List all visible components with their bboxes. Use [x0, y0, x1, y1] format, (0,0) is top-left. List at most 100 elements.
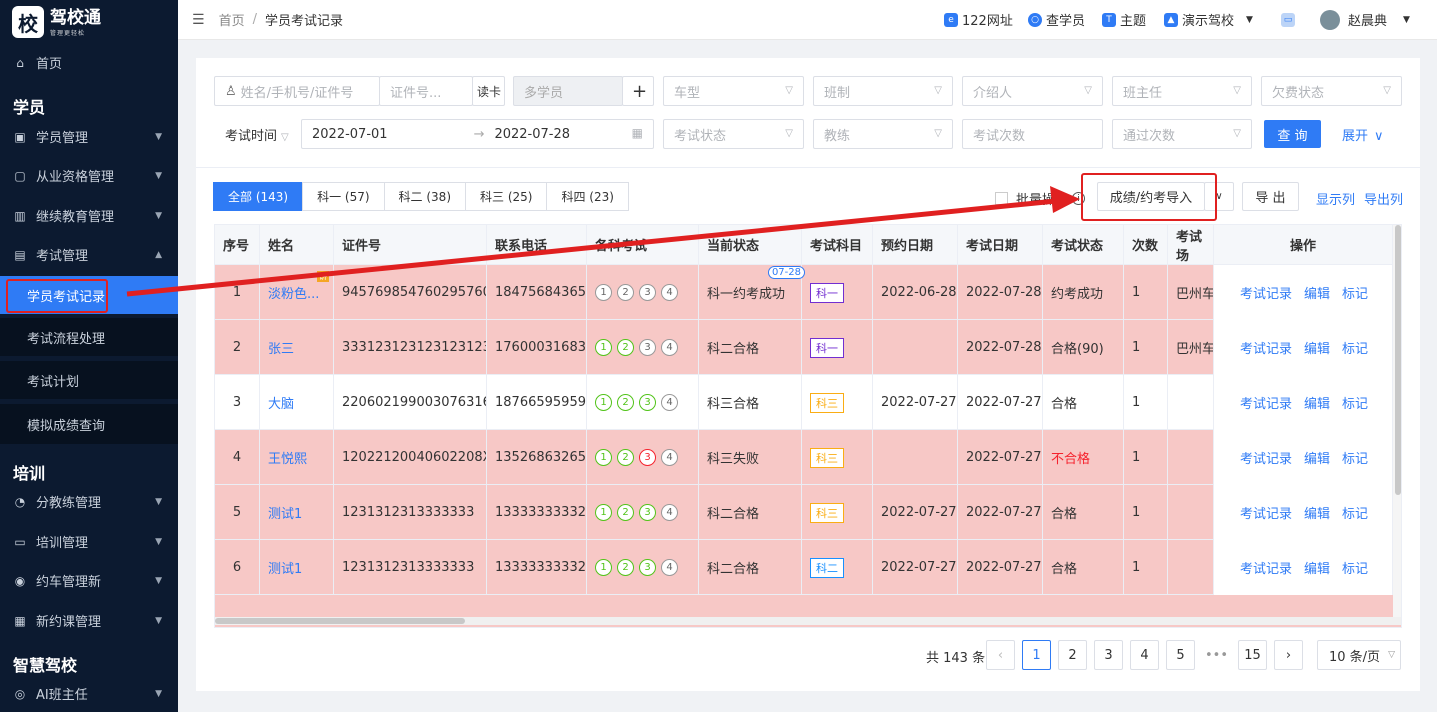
page-ellipsis[interactable]: •••: [1202, 640, 1231, 670]
link-122[interactable]: e 122网址: [944, 10, 1013, 29]
link-theme[interactable]: T 主题: [1102, 10, 1146, 29]
edit-link[interactable]: 编辑: [1304, 503, 1330, 522]
column-header[interactable]: 操作: [1214, 225, 1393, 265]
column-header[interactable]: 序号: [215, 225, 260, 265]
exam-record-link[interactable]: 考试记录: [1240, 393, 1292, 412]
exam-record-link[interactable]: 考试记录: [1240, 338, 1292, 357]
page-15[interactable]: 15: [1238, 640, 1267, 670]
export-columns-link[interactable]: 导出列: [1364, 189, 1403, 208]
column-header[interactable]: 考试科目: [802, 225, 873, 265]
exam-time-select[interactable]: 考试时间 ▽: [225, 125, 289, 144]
column-header[interactable]: 考试日期: [958, 225, 1043, 265]
link-find-student[interactable]: ○ 查学员: [1028, 10, 1085, 29]
school-switcher[interactable]: ▲ 演示驾校 ▼: [1164, 10, 1253, 29]
app-logo[interactable]: 校 驾校通 管理更轻松: [12, 6, 101, 38]
sidebar-sub-exam-process[interactable]: 考试流程处理: [0, 318, 178, 356]
sidebar-item-qualification[interactable]: ▢ 从业资格管理 ▼: [0, 156, 178, 195]
exam-record-link[interactable]: 考试记录: [1240, 503, 1292, 522]
tab-subject-3[interactable]: 科三 (25): [465, 182, 548, 211]
car-type-select[interactable]: 车型 ▽: [663, 76, 804, 106]
student-name-link[interactable]: 张三: [260, 320, 334, 375]
sidebar-sub-mock-score[interactable]: 模拟成绩查询: [0, 404, 178, 444]
column-header[interactable]: 各科考试: [587, 225, 699, 265]
table-row[interactable]: 6 测试1 1231312313333333 13333333332 1 2 3 4 科二合格科…: [215, 540, 1401, 595]
mark-link[interactable]: 标记: [1342, 503, 1368, 522]
column-header[interactable]: 预约日期: [873, 225, 958, 265]
column-header[interactable]: 联系电话: [487, 225, 587, 265]
menu-fold-icon[interactable]: ☰: [192, 12, 205, 28]
tab-subject-4[interactable]: 科四 (23): [546, 182, 629, 211]
id-input[interactable]: 证件号...: [379, 76, 473, 106]
mark-link[interactable]: 标记: [1342, 558, 1368, 577]
scrollbar-thumb[interactable]: [215, 618, 465, 624]
table-row[interactable]: 1 淡粉色... 讲 945769854760295760 18475684365 1 2 3…: [215, 265, 1401, 320]
prev-page-icon[interactable]: ‹: [986, 640, 1015, 670]
student-name-link[interactable]: 大脑: [260, 375, 334, 430]
sidebar-sub-exam-plan[interactable]: 考试计划: [0, 361, 178, 399]
edit-link[interactable]: 编辑: [1304, 448, 1330, 467]
vertical-scrollbar[interactable]: [1393, 225, 1401, 617]
sidebar-item-ai[interactable]: ◎ AI班主任 ▼: [0, 674, 178, 712]
column-header[interactable]: 当前状态: [699, 225, 802, 265]
add-icon[interactable]: +: [622, 76, 654, 106]
column-header[interactable]: 次数: [1124, 225, 1168, 265]
read-card-button[interactable]: 读卡: [472, 76, 505, 106]
expand-toggle[interactable]: 展开 ∨: [1342, 125, 1384, 144]
page-1[interactable]: 1: [1022, 640, 1051, 670]
sidebar-item-coach[interactable]: ◔ 分教练管理 ▼: [0, 482, 178, 521]
page-3[interactable]: 3: [1094, 640, 1123, 670]
sidebar-item-class-booking[interactable]: ▦ 新约课管理 ▼: [0, 601, 178, 640]
edit-link[interactable]: 编辑: [1304, 338, 1330, 357]
class-select[interactable]: 班制 ▽: [813, 76, 953, 106]
sidebar-item-training[interactable]: ▭ 培训管理 ▼: [0, 522, 178, 561]
sidebar-item-exam-mgmt[interactable]: ▤ 考试管理 ▲: [0, 235, 178, 274]
page-5[interactable]: 5: [1166, 640, 1195, 670]
batch-checkbox[interactable]: [995, 192, 1008, 205]
referrer-select[interactable]: 介绍人 ▽: [962, 76, 1103, 106]
table-row[interactable]: 2 张三 333123123123123123 17600031683 1 2 3 4 科二合格…: [215, 320, 1401, 375]
exam-record-link[interactable]: 考试记录: [1240, 283, 1292, 302]
search-input[interactable]: ♙ 姓名/手机号/证件号: [214, 76, 380, 106]
mark-link[interactable]: 标记: [1342, 283, 1368, 302]
edit-link[interactable]: 编辑: [1304, 283, 1330, 302]
user-menu[interactable]: 赵晨典 ▼: [1320, 9, 1410, 30]
multi-student-input[interactable]: 多学员: [513, 76, 623, 106]
screen-icon[interactable]: ▭: [1281, 12, 1299, 27]
query-button[interactable]: 查 询: [1264, 120, 1321, 148]
batch-operation[interactable]: 批量操作 i: [995, 189, 1086, 208]
date-range-picker[interactable]: 2022-07-01 → 2022-07-28 ▦: [301, 119, 654, 149]
sidebar-item-student-mgmt[interactable]: ▣ 学员管理 ▼: [0, 117, 178, 156]
student-name-link[interactable]: 淡粉色... 讲: [260, 265, 334, 320]
tab-subject-1[interactable]: 科一 (57): [302, 182, 385, 211]
edit-link[interactable]: 编辑: [1304, 558, 1330, 577]
exam-record-link[interactable]: 考试记录: [1240, 558, 1292, 577]
mark-link[interactable]: 标记: [1342, 393, 1368, 412]
exam-count-input[interactable]: 考试次数: [962, 119, 1103, 149]
page-4[interactable]: 4: [1130, 640, 1159, 670]
mark-link[interactable]: 标记: [1342, 448, 1368, 467]
debt-select[interactable]: 欠费状态 ▽: [1261, 76, 1402, 106]
table-row[interactable]: 5 测试1 1231312313333333 13333333332 1 2 3 4 科二合格科…: [215, 485, 1401, 540]
table-row[interactable]: 3 大脑 220602199003076316 18766595959 1 2 3 4 科三合格…: [215, 375, 1401, 430]
edit-link[interactable]: 编辑: [1304, 393, 1330, 412]
column-header[interactable]: 姓名: [260, 225, 334, 265]
column-header[interactable]: 考试状态: [1043, 225, 1124, 265]
student-name-link[interactable]: 测试1: [260, 485, 334, 540]
pass-count-select[interactable]: 通过次数 ▽: [1112, 119, 1252, 149]
student-name-link[interactable]: 王悦熙: [260, 430, 334, 485]
sidebar-item-education[interactable]: ▥ 继续教育管理 ▼: [0, 196, 178, 235]
coach-select[interactable]: 教练 ▽: [813, 119, 953, 149]
head-teacher-select[interactable]: 班主任 ▽: [1112, 76, 1252, 106]
sidebar-item-car-booking[interactable]: ◉ 约车管理新 ▼: [0, 561, 178, 600]
breadcrumb-home[interactable]: 首页: [219, 10, 245, 29]
sidebar-item-home[interactable]: ⌂ 首页: [0, 43, 178, 82]
tab-subject-2[interactable]: 科二 (38): [383, 182, 466, 211]
exam-record-link[interactable]: 考试记录: [1240, 448, 1292, 467]
column-header[interactable]: 证件号: [334, 225, 487, 265]
column-header[interactable]: 考试场: [1168, 225, 1214, 265]
tab-all[interactable]: 全部 (143): [213, 182, 304, 211]
page-2[interactable]: 2: [1058, 640, 1087, 670]
scrollbar-thumb[interactable]: [1395, 225, 1401, 495]
table-row[interactable]: 4 王悦熙 12022120040602208X 13526863265 1 2 3 4 科三失…: [215, 430, 1401, 485]
page-size-select[interactable]: 10 条/页 ▽: [1317, 640, 1401, 670]
